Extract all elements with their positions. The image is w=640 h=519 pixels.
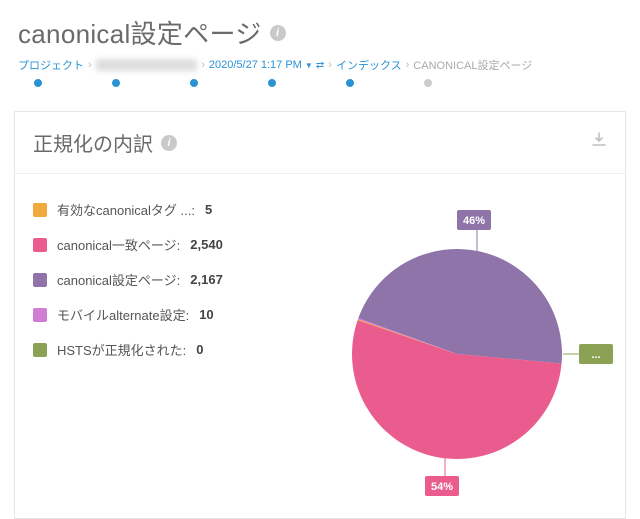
- legend-label: 有効なcanonicalタグ ...:: [57, 200, 195, 219]
- chevron-right-icon: ›: [328, 59, 332, 71]
- legend-item[interactable]: HSTSが正規化された: 0: [33, 340, 317, 359]
- legend-value: 2,167: [190, 272, 223, 287]
- chevron-right-icon: ›: [201, 59, 205, 71]
- step-dot[interactable]: [112, 79, 120, 87]
- normalization-card: 正規化の内訳 i 有効なcanonicalタグ ...: 5 canonical一…: [14, 111, 626, 519]
- legend-value: 10: [199, 307, 213, 322]
- legend-item[interactable]: モバイルalternate設定: 10: [33, 305, 317, 324]
- legend-label: モバイルalternate設定:: [57, 305, 189, 324]
- step-dot[interactable]: [268, 79, 276, 87]
- card-title: 正規化の内訳: [33, 128, 153, 157]
- info-icon[interactable]: i: [270, 25, 286, 41]
- legend-value: 2,540: [190, 237, 223, 252]
- legend-swatch: [33, 238, 47, 252]
- legend-swatch: [33, 343, 47, 357]
- pie-chart: 46% 54%...: [327, 194, 607, 494]
- slice-label: 54%: [425, 476, 459, 496]
- download-icon[interactable]: [591, 132, 607, 153]
- legend-item[interactable]: 有効なcanonicalタグ ...: 5: [33, 200, 317, 219]
- breadcrumb-datetime-label: 2020/5/27 1:17 PM: [209, 59, 302, 71]
- chevron-right-icon: ›: [406, 59, 410, 71]
- chart-legend: 有効なcanonicalタグ ...: 5 canonical一致ページ: 2,5…: [33, 194, 317, 494]
- step-dot[interactable]: [190, 79, 198, 87]
- breadcrumb-index[interactable]: インデックス: [336, 57, 402, 73]
- info-icon[interactable]: i: [161, 135, 177, 151]
- legend-value: 5: [205, 202, 212, 217]
- step-dot[interactable]: [346, 79, 354, 87]
- page-title: canonical設定ページ: [18, 14, 262, 51]
- slice-label: 46%: [457, 210, 491, 230]
- svg-text:...: ...: [591, 349, 600, 361]
- legend-item[interactable]: canonical一致ページ: 2,540: [33, 235, 317, 254]
- legend-item[interactable]: canonical設定ページ: 2,167: [33, 270, 317, 289]
- chevron-down-icon: ▼: [305, 61, 313, 70]
- step-dot[interactable]: [34, 79, 42, 87]
- legend-value: 0: [196, 342, 203, 357]
- breadcrumb-site[interactable]: ████████████: [96, 59, 198, 71]
- breadcrumb-project[interactable]: プロジェクト: [18, 57, 84, 73]
- chevron-right-icon: ›: [88, 59, 92, 71]
- legend-swatch: [33, 308, 47, 322]
- breadcrumb-datetime[interactable]: 2020/5/27 1:17 PM ▼ ⇄: [209, 59, 324, 71]
- legend-swatch: [33, 273, 47, 287]
- breadcrumb: プロジェクト › ████████████ › 2020/5/27 1:17 P…: [18, 51, 622, 77]
- svg-text:54%: 54%: [431, 481, 453, 493]
- slice-label: ...: [579, 344, 613, 364]
- svg-text:46%: 46%: [463, 215, 485, 227]
- breadcrumb-current: CANONICAL設定ページ: [413, 57, 532, 73]
- legend-label: canonical一致ページ:: [57, 235, 180, 254]
- legend-label: HSTSが正規化された:: [57, 340, 186, 359]
- legend-swatch: [33, 203, 47, 217]
- legend-label: canonical設定ページ:: [57, 270, 180, 289]
- step-dot-current: [424, 79, 432, 87]
- breadcrumb-steps: [18, 77, 622, 87]
- swap-icon[interactable]: ⇄: [316, 60, 324, 71]
